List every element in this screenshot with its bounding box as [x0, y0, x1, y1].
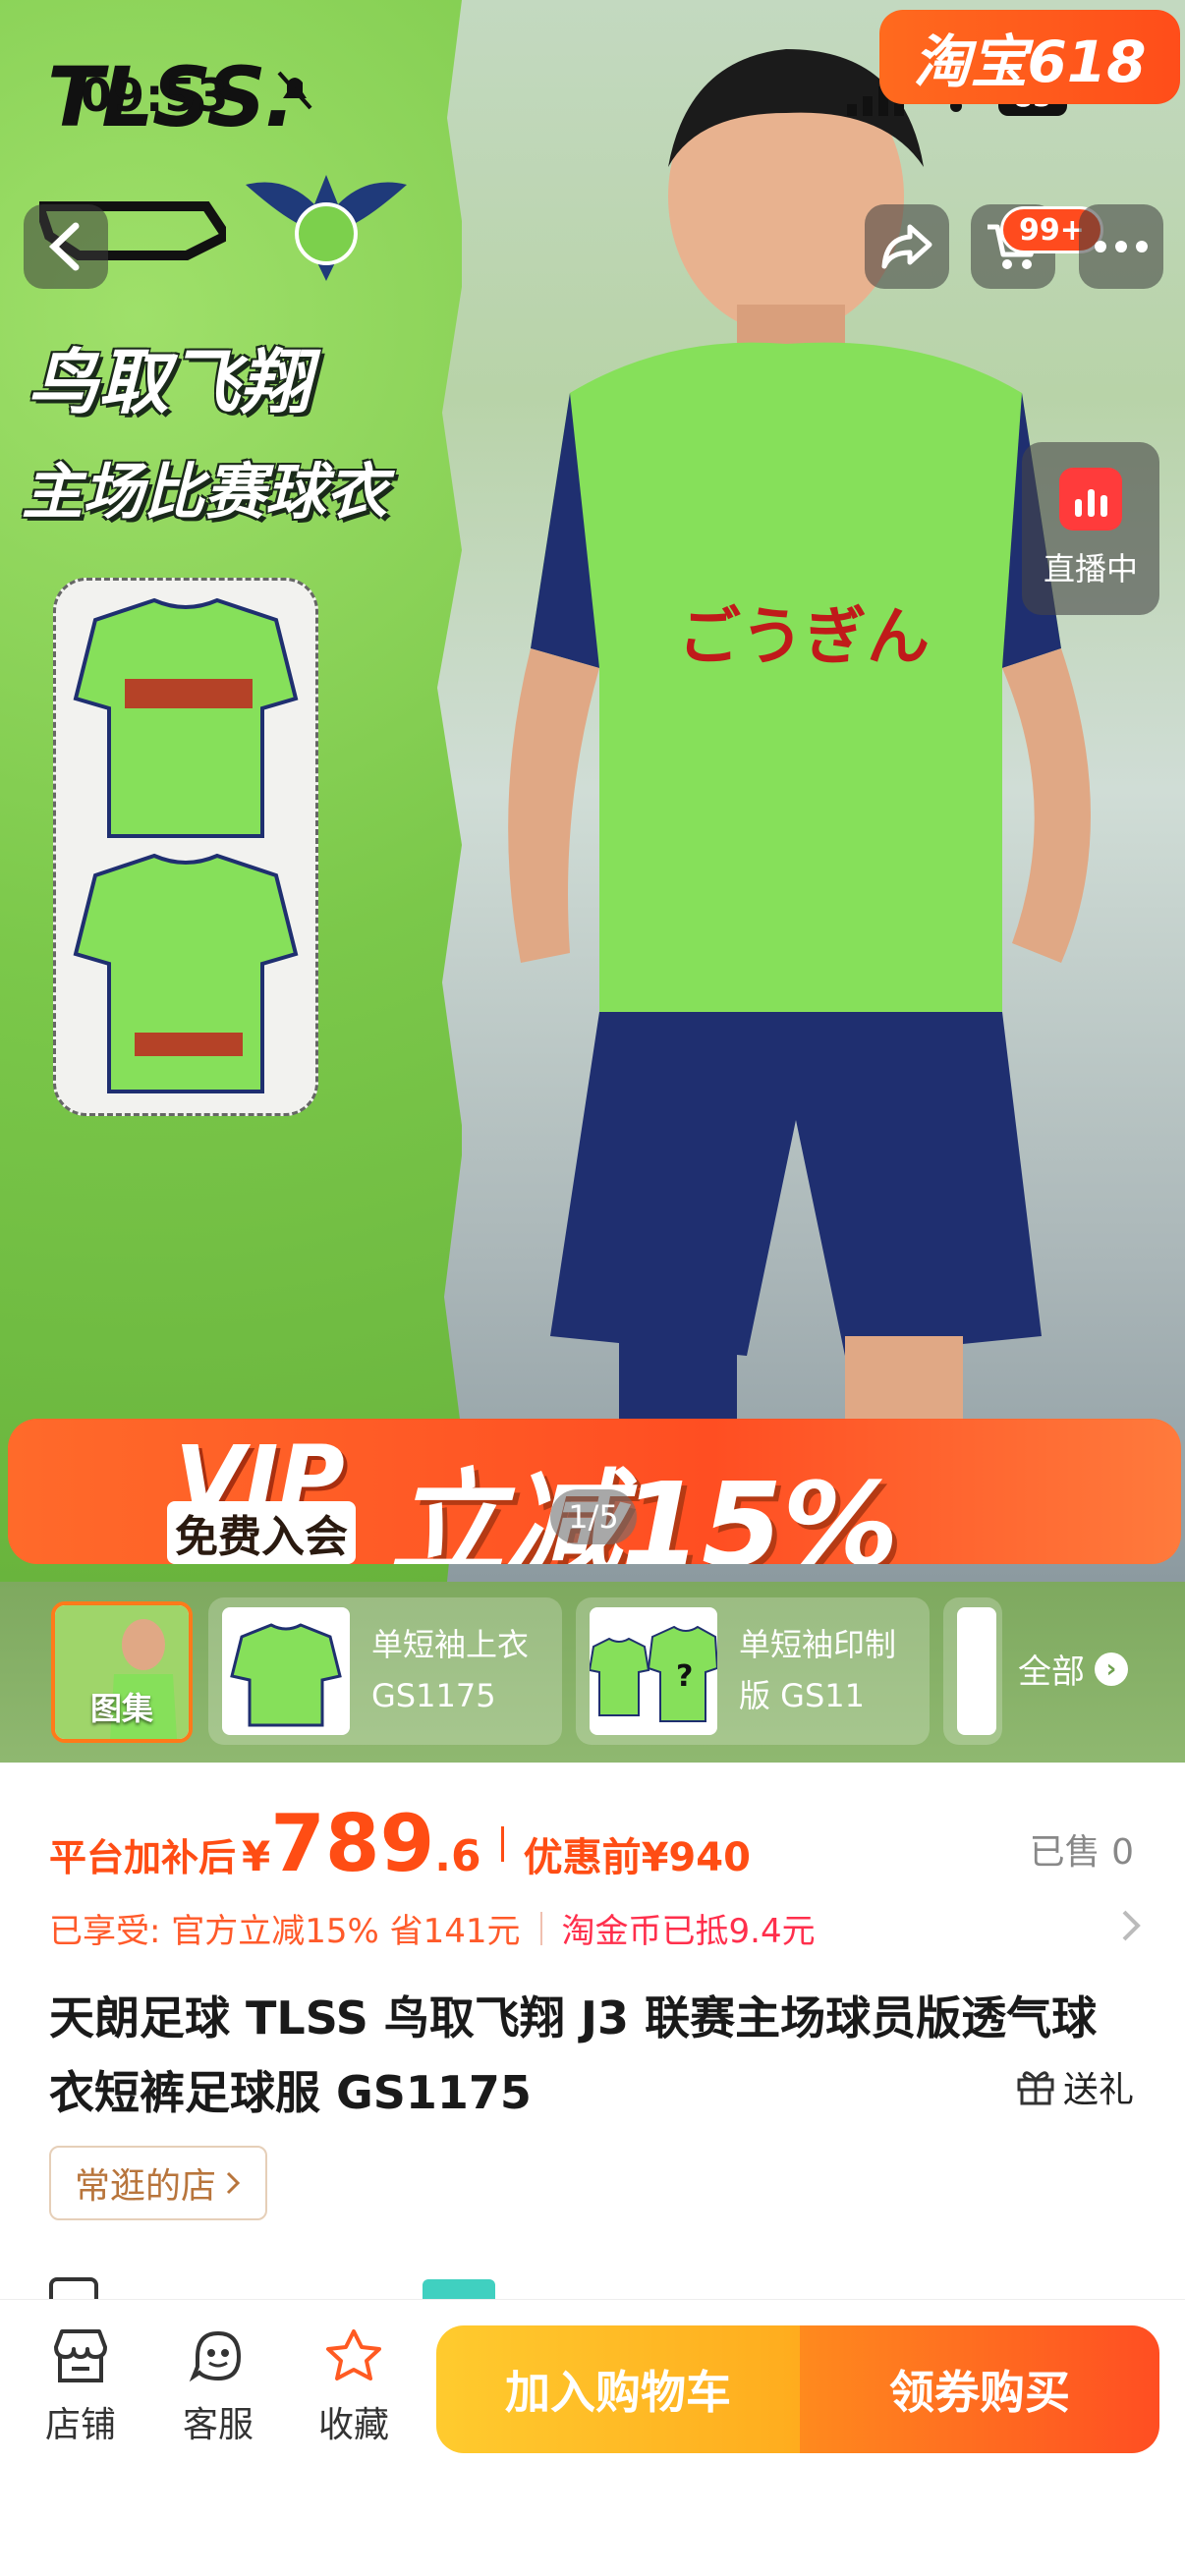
sku-gallery-thumb[interactable]: 图集 — [51, 1601, 193, 1743]
star-icon — [326, 2329, 381, 2380]
more-button[interactable] — [1079, 204, 1163, 289]
price-divider — [500, 1825, 504, 1862]
more-dots-icon — [1095, 241, 1148, 252]
sku-option-label: 单短袖印制版 GS11 — [739, 1626, 897, 1714]
chevron-right-circle-icon: › — [1095, 1652, 1128, 1686]
sku-gallery-label: 图集 — [89, 1690, 153, 1727]
price-currency: ¥ — [242, 1832, 271, 1880]
discount-coins: 淘金币已抵9.4元 — [561, 1912, 816, 1951]
price-row: 平台加补后 ¥ 789 .6 优惠前¥940 — [49, 1798, 751, 1889]
sku-thumb: ? — [590, 1607, 717, 1735]
product-title: 天朗足球 TLSS 鸟取飞翔 J3 联赛主场球员版透气球衣短裤足球服 GS117… — [49, 1991, 1098, 2119]
favorite-label: 收藏 — [317, 2405, 389, 2445]
sku-thumb — [957, 1607, 996, 1735]
customer-service-icon — [189, 2330, 242, 2382]
hero-title-line2: 主场比赛球衣 — [22, 456, 388, 528]
taobao-618-badge[interactable]: 淘宝618 — [879, 10, 1180, 104]
live-bars-icon — [1059, 468, 1122, 531]
gift-icon — [1017, 2071, 1054, 2105]
club-badge-icon — [246, 175, 407, 281]
customer-service-button[interactable]: 客服 — [159, 2327, 277, 2447]
sku-option[interactable]: ? 单短袖印制版 GS11 — [576, 1597, 930, 1745]
vip-discount-text: 立减15% — [389, 1457, 899, 1564]
vip-free-join: 免费入会 — [167, 1501, 356, 1564]
price-integer: 789 — [270, 1798, 435, 1889]
shop-badge — [423, 2279, 495, 2299]
service-label: 客服 — [182, 2405, 254, 2445]
frequent-shop-tag[interactable]: 常逛的店 — [49, 2146, 268, 2220]
shop-tag-label: 常逛的店 — [75, 2166, 217, 2207]
share-icon — [881, 224, 932, 269]
jersey-preview-card — [53, 578, 318, 1116]
bottom-action-bar: 店铺 客服 收藏 加入购物车 领券购买 — [0, 2299, 1185, 2576]
sku-option-label: 单短袖上衣 GS1175 — [371, 1626, 530, 1714]
add-to-cart-button[interactable]: 加入购物车 — [436, 2325, 800, 2453]
back-button[interactable] — [24, 204, 108, 289]
store-icon — [54, 2329, 107, 2382]
sold-count: 已售 0 — [1029, 1832, 1134, 1873]
discount-divider — [539, 1911, 542, 1945]
chevron-right-icon — [226, 2171, 241, 2195]
gift-label: 送礼 — [1062, 2070, 1134, 2110]
sku-all-button[interactable]: 全部 › — [1018, 1645, 1128, 1693]
discount-official: 已享受: 官方立减15% 省141元 — [49, 1912, 521, 1951]
price-prefix: 平台加补后 — [49, 1836, 237, 1879]
chevron-left-icon — [48, 222, 80, 271]
svg-text:?: ? — [676, 1659, 693, 1694]
original-price: 优惠前¥940 — [523, 1835, 751, 1880]
chevron-right-icon[interactable] — [1116, 1908, 1146, 1943]
buy-with-coupon-button[interactable]: 领券购买 — [800, 2325, 1159, 2453]
price-decimal: .6 — [434, 1831, 481, 1881]
store-icon — [49, 2277, 98, 2299]
svg-text:ごうぎん: ごうぎん — [678, 601, 930, 674]
store-button[interactable]: 店铺 — [22, 2327, 140, 2447]
shop-row-partial[interactable] — [49, 2269, 1130, 2299]
sku-option[interactable]: 单短袖上衣 GS1175 — [208, 1597, 562, 1745]
live-label: 直播中 — [1043, 550, 1138, 588]
sku-option-partial[interactable] — [943, 1597, 1002, 1745]
sku-thumb — [222, 1607, 350, 1735]
hero-title-line1: 鸟取飞翔 — [28, 341, 311, 423]
product-image-carousel[interactable]: ごうぎん 鸟取飞翔 主场比赛球衣 TLSS. 09:53 淘宝618 99+ 直… — [0, 0, 1185, 1582]
favorite-button[interactable]: 收藏 — [295, 2327, 413, 2447]
image-pager: 1/5 — [550, 1489, 637, 1544]
live-stream-button[interactable]: 直播中 — [1022, 442, 1159, 615]
share-button[interactable] — [865, 204, 949, 289]
bell-slash-icon — [277, 71, 312, 110]
gift-button[interactable]: 送礼 — [1016, 2061, 1134, 2112]
discount-info[interactable]: 已享受: 官方立减15% 省141元 淘金币已抵9.4元 — [49, 1904, 816, 1952]
store-label: 店铺 — [44, 2405, 116, 2445]
status-time: 09:53 — [81, 69, 230, 122]
sku-all-label: 全部 — [1018, 1652, 1085, 1692]
